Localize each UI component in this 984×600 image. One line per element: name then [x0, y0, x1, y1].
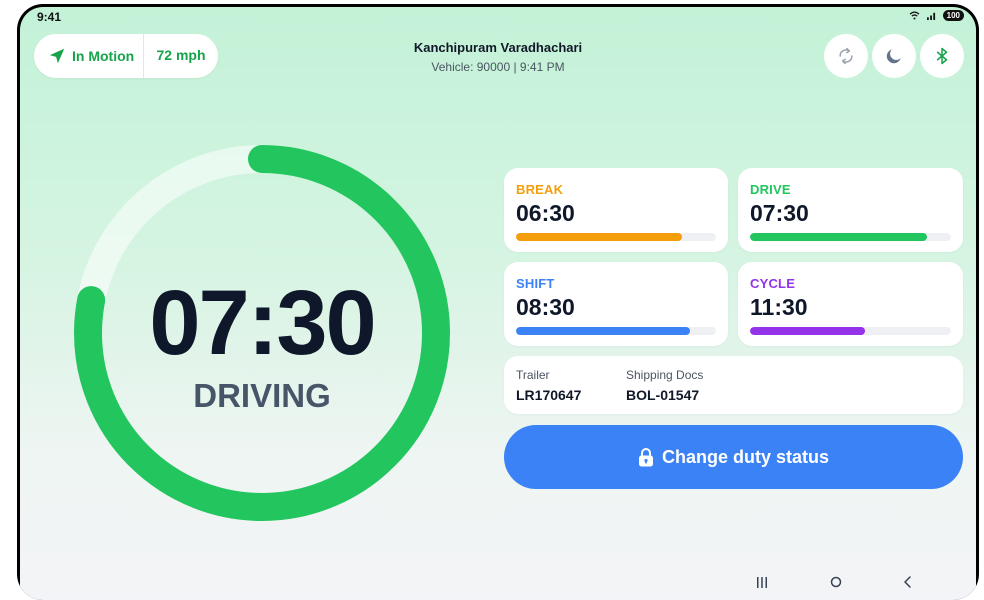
dark-mode-icon — [886, 49, 901, 64]
sync-button[interactable] — [824, 34, 868, 78]
battery-indicator: 100 — [942, 10, 964, 21]
main-timer-status: DRIVING — [193, 377, 331, 414]
trailer-info: Trailer LR170647 — [516, 368, 581, 403]
shipping-docs-info: Shipping Docs BOL-01547 — [626, 368, 703, 403]
bluetooth-button[interactable] — [920, 34, 964, 78]
clock-value: 08:30 — [516, 294, 575, 320]
clock-card-shift: SHIFT 08:30 — [504, 262, 728, 346]
wifi-icon — [909, 11, 920, 20]
clock-value: 07:30 — [750, 200, 809, 226]
change-duty-status-label: Change duty status — [661, 446, 830, 467]
clock-progress-track — [516, 327, 716, 335]
status-icons: 100 — [909, 10, 964, 21]
home-button[interactable] — [816, 570, 856, 594]
clock-progress-fill — [750, 327, 865, 335]
trailer-label: Trailer — [516, 368, 550, 382]
clock-progress-fill — [516, 233, 682, 241]
trailer-value: LR170647 — [516, 387, 582, 403]
main-timer-value: 07:30 — [149, 272, 376, 374]
status-bar: 9:41 100 — [20, 7, 976, 25]
trip-info-card[interactable]: Trailer LR170647 Shipping Docs BOL-01547 — [504, 356, 963, 414]
screen: 9:41 100 In Motion 72 mph Kanchipuram Va… — [20, 7, 976, 600]
lock-icon — [638, 448, 653, 467]
dark-mode-button[interactable] — [872, 34, 916, 78]
clock-card-cycle: CYCLE 11:30 — [738, 262, 963, 346]
recents-icon — [757, 577, 767, 588]
change-duty-status-button[interactable]: Change duty status — [504, 425, 963, 489]
back-icon — [904, 576, 911, 588]
clock-progress-fill — [750, 233, 927, 241]
clock-progress-track — [750, 233, 951, 241]
clock-progress-fill — [516, 327, 690, 335]
clock-label: DRIVE — [750, 182, 791, 197]
recents-button[interactable] — [742, 570, 782, 594]
clock-value: 11:30 — [750, 294, 808, 320]
clock-card-break: BREAK 06:30 — [504, 168, 728, 252]
clock-label: CYCLE — [750, 276, 796, 291]
clock-value: 06:30 — [516, 200, 575, 226]
shipping-docs-value: BOL-01547 — [626, 387, 700, 403]
status-time: 9:41 — [37, 10, 62, 24]
clock-progress-track — [516, 233, 716, 241]
clock-progress-track — [750, 327, 951, 335]
clock-label: SHIFT — [516, 276, 555, 291]
home-icon — [830, 576, 842, 588]
back-button[interactable] — [888, 570, 928, 594]
clock-card-drive: DRIVE 07:30 — [738, 168, 963, 252]
signal-icon — [926, 12, 935, 20]
clock-label: BREAK — [516, 182, 564, 197]
bluetooth-icon — [936, 47, 948, 65]
system-navigation-bar — [20, 570, 976, 594]
sync-icon — [839, 47, 853, 65]
tablet-frame: 9:41 100 In Motion 72 mph Kanchipuram Va… — [17, 4, 979, 600]
shipping-docs-label: Shipping Docs — [626, 368, 704, 382]
